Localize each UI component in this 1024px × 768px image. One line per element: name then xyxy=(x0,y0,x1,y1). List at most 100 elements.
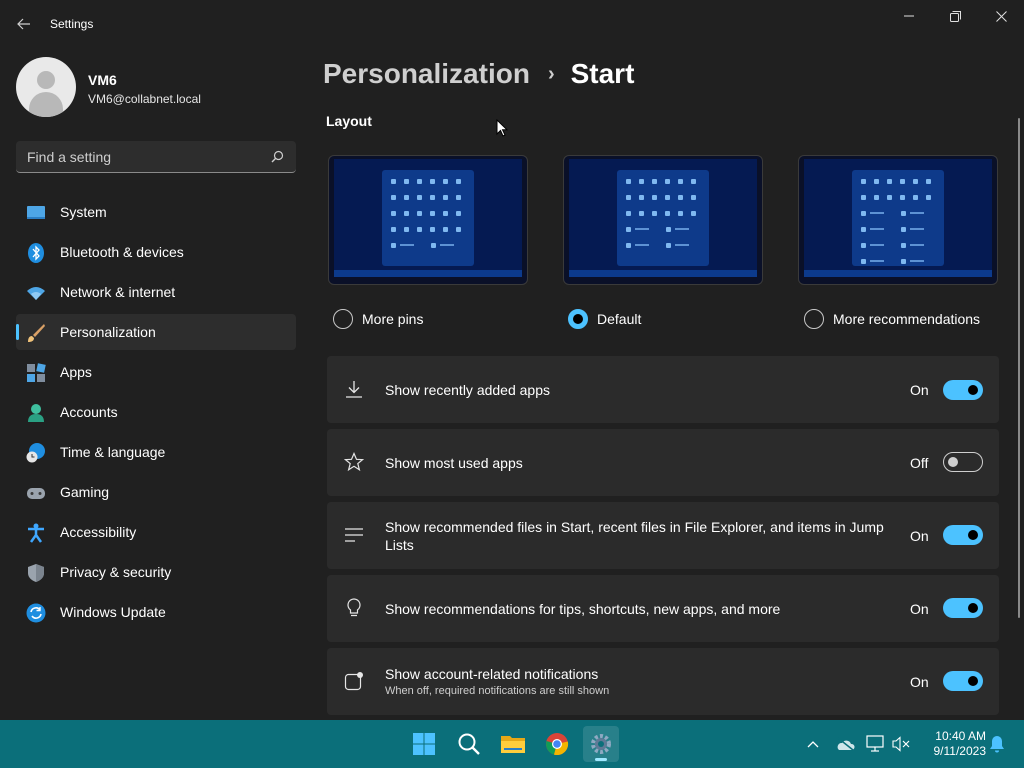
sidebar-item-system[interactable]: System xyxy=(16,194,296,230)
setting-label: Show recommended files in Start, recent … xyxy=(385,519,884,553)
notification-bell-icon[interactable] xyxy=(987,734,1007,754)
restore-button[interactable] xyxy=(932,0,978,32)
sidebar-item-accounts[interactable]: Accounts xyxy=(16,394,296,430)
volume-muted-icon[interactable] xyxy=(892,734,912,754)
preview-pin-tile xyxy=(913,195,918,200)
sidebar-item-gaming[interactable]: Gaming xyxy=(16,474,296,510)
preview-pin-tile xyxy=(652,195,657,200)
setting-label: Show recommendations for tips, shortcuts… xyxy=(385,601,781,617)
preview-recommendation-line xyxy=(400,244,414,246)
preview-pin-tile xyxy=(430,195,435,200)
list-icon xyxy=(344,525,364,545)
sidebar-item-accessibility[interactable]: Accessibility xyxy=(16,514,296,550)
preview-recommendation-icon xyxy=(901,227,906,232)
setting-label: Show account-related notifications xyxy=(385,666,599,682)
preview-pin-tile xyxy=(404,227,409,232)
setting-row-tips-recommendations: Show recommendations for tips, shortcuts… xyxy=(327,575,999,642)
preview-recommendation-line xyxy=(870,260,884,262)
layout-preview-more-recommendations[interactable] xyxy=(798,155,998,285)
setting-sublabel: When off, required notifications are sti… xyxy=(385,685,610,697)
brush-icon xyxy=(26,323,46,343)
preview-pin-tile xyxy=(691,179,696,184)
update-icon xyxy=(26,603,46,623)
preview-pin-tile xyxy=(887,179,892,184)
sidebar-item-personalization[interactable]: Personalization xyxy=(16,314,296,350)
preview-recommendation-line xyxy=(910,260,924,262)
sidebar-item-label: Apps xyxy=(60,364,92,380)
preview-recommendation-line xyxy=(870,212,884,214)
star-icon xyxy=(343,451,365,472)
preview-pin-tile xyxy=(417,195,422,200)
toggle-switch[interactable] xyxy=(943,598,983,618)
sidebar-item-network[interactable]: Network & internet xyxy=(16,274,296,310)
minimize-button[interactable] xyxy=(886,0,932,32)
file-explorer-icon[interactable] xyxy=(495,726,531,762)
preview-recommendation-line xyxy=(910,228,924,230)
chevron-up-icon[interactable] xyxy=(803,734,823,754)
preview-pin-tile xyxy=(887,195,892,200)
preview-recommendation-line xyxy=(870,244,884,246)
preview-pin-tile xyxy=(430,211,435,216)
preview-recommendation-line xyxy=(635,244,649,246)
settings-icon[interactable] xyxy=(583,726,619,762)
preview-pin-tile xyxy=(456,195,461,200)
lightbulb-icon xyxy=(344,598,364,618)
clock-time: 10:40 AM xyxy=(935,729,986,743)
sidebar-item-privacy[interactable]: Privacy & security xyxy=(16,554,296,590)
section-title-layout: Layout xyxy=(326,113,372,129)
preview-pin-tile xyxy=(391,195,396,200)
preview-recommendation-icon xyxy=(666,227,671,232)
user-profile[interactable]: VM6 VM6@collabnet.local xyxy=(16,57,296,119)
search-input[interactable]: Find a setting xyxy=(16,141,296,173)
preview-pin-tile xyxy=(404,211,409,216)
sidebar-item-bluetooth[interactable]: Bluetooth & devices xyxy=(16,234,296,270)
mouse-cursor-icon xyxy=(496,118,509,142)
preview-recommendation-icon xyxy=(861,211,866,216)
scrollbar[interactable] xyxy=(1018,118,1020,618)
sidebar-item-apps[interactable]: Apps xyxy=(16,354,296,390)
title-bar: Settings xyxy=(0,0,1024,48)
start-icon[interactable] xyxy=(406,726,442,762)
setting-label: Show recently added apps xyxy=(385,382,550,398)
layout-preview-default[interactable] xyxy=(563,155,763,285)
preview-pin-tile xyxy=(652,211,657,216)
preview-pin-tile xyxy=(678,195,683,200)
breadcrumb-parent[interactable]: Personalization xyxy=(323,58,530,89)
toggle-switch[interactable] xyxy=(943,452,983,472)
sidebar-item-time-language[interactable]: Time & language xyxy=(16,434,296,470)
preview-pin-tile xyxy=(691,195,696,200)
sidebar-item-windows-update[interactable]: Windows Update xyxy=(16,594,296,630)
radio-default[interactable] xyxy=(568,309,588,329)
preview-recommendation-icon xyxy=(861,227,866,232)
system-clock[interactable]: 10:40 AM 9/11/2023 xyxy=(922,729,987,759)
system-icon xyxy=(26,203,46,223)
globe-clock-icon xyxy=(26,443,46,463)
toggle-switch[interactable] xyxy=(943,671,983,691)
preview-recommendation-line xyxy=(440,244,454,246)
accessibility-icon xyxy=(26,523,46,543)
preview-pin-tile xyxy=(443,195,448,200)
sidebar-item-label: System xyxy=(60,204,107,220)
close-button[interactable] xyxy=(978,0,1024,32)
preview-pin-tile xyxy=(874,195,879,200)
layout-preview-more-pins[interactable] xyxy=(328,155,528,285)
network-icon[interactable] xyxy=(866,734,886,754)
page-title: Start xyxy=(570,58,635,89)
preview-recommendation-line xyxy=(910,212,924,214)
toggle-switch[interactable] xyxy=(943,380,983,400)
toggle-switch[interactable] xyxy=(943,525,983,545)
search-icon[interactable] xyxy=(451,726,487,762)
setting-row-account-notifications: Show account-related notifications When … xyxy=(327,648,999,715)
back-arrow-icon[interactable] xyxy=(12,12,36,36)
preview-recommendation-icon xyxy=(901,259,906,264)
chrome-icon[interactable] xyxy=(539,726,575,762)
radio-more-recommendations[interactable] xyxy=(804,309,824,329)
preview-pin-tile xyxy=(456,227,461,232)
sidebar-item-label: Personalization xyxy=(60,324,156,340)
radio-more-pins[interactable] xyxy=(333,309,353,329)
preview-pin-tile xyxy=(639,211,644,216)
preview-pin-tile xyxy=(626,211,631,216)
onedrive-icon[interactable] xyxy=(835,734,855,754)
toggle-state-label: On xyxy=(910,674,929,690)
clock-date: 9/11/2023 xyxy=(933,744,987,758)
